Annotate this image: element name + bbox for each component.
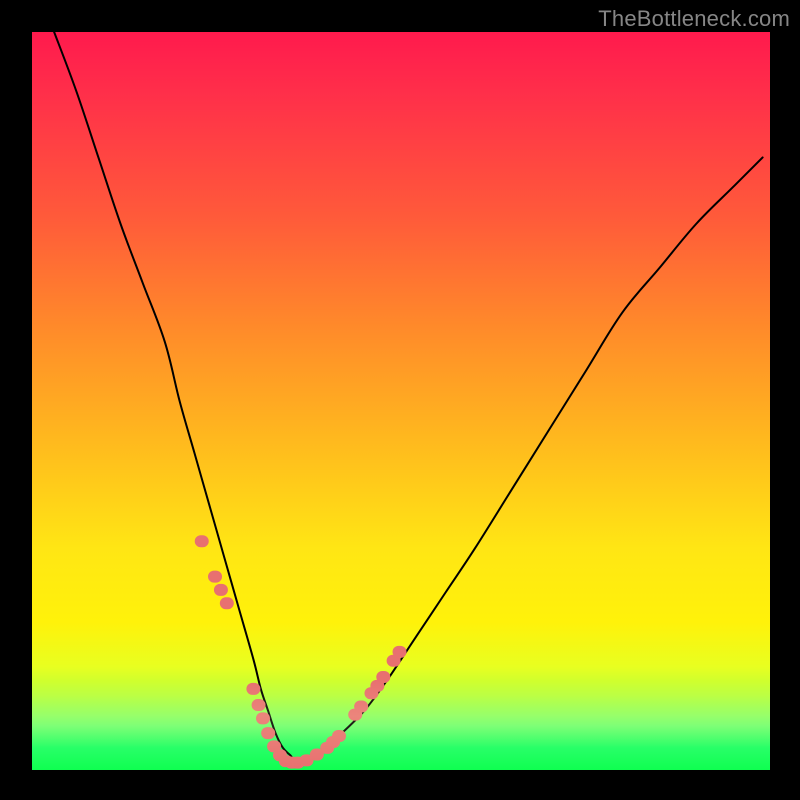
plot-area [32, 32, 770, 770]
highlight-dot [220, 597, 234, 609]
highlight-dot [332, 730, 346, 742]
highlight-dot [252, 699, 266, 711]
chart-frame: TheBottleneck.com [0, 0, 800, 800]
highlight-dot [376, 671, 390, 683]
highlight-dot [256, 712, 270, 724]
highlight-dot [261, 727, 275, 739]
watermark-text: TheBottleneck.com [598, 6, 790, 32]
highlight-dot [246, 683, 260, 695]
highlight-dot [208, 571, 222, 583]
highlight-dot [393, 646, 407, 658]
chart-svg [32, 32, 770, 770]
highlight-dot [195, 535, 209, 547]
highlight-dot [354, 701, 368, 713]
highlight-dot [214, 584, 228, 596]
bottleneck-curve [54, 32, 762, 763]
